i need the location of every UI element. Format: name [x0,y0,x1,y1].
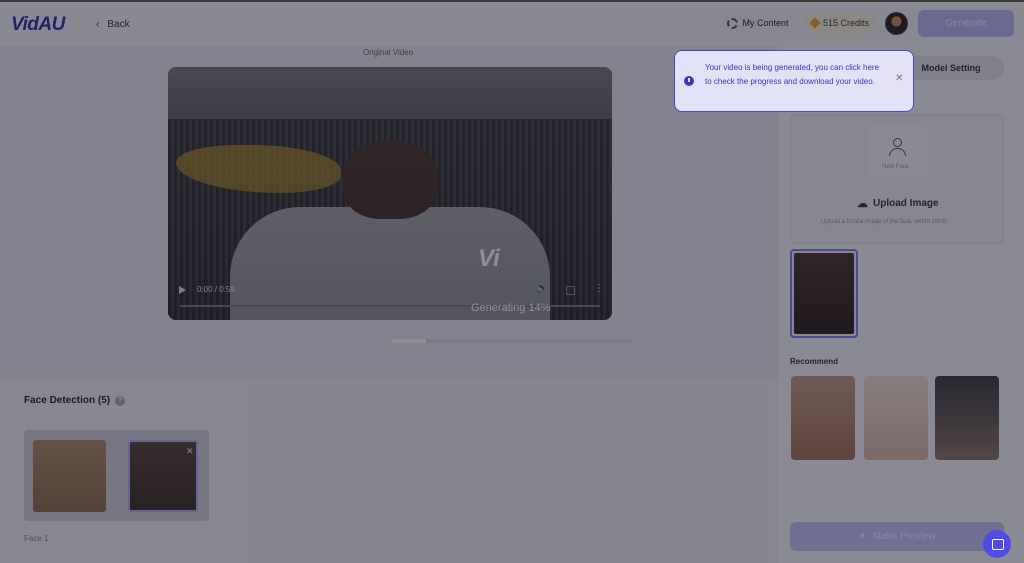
chat-support-button[interactable] [983,530,1011,558]
window-top-border [0,0,1024,2]
toast-message[interactable]: Your video is being generated, you can c… [705,61,885,89]
close-icon[interactable]: ✕ [895,73,903,84]
clock-icon [684,76,694,86]
generation-toast[interactable]: Your video is being generated, you can c… [674,50,914,112]
